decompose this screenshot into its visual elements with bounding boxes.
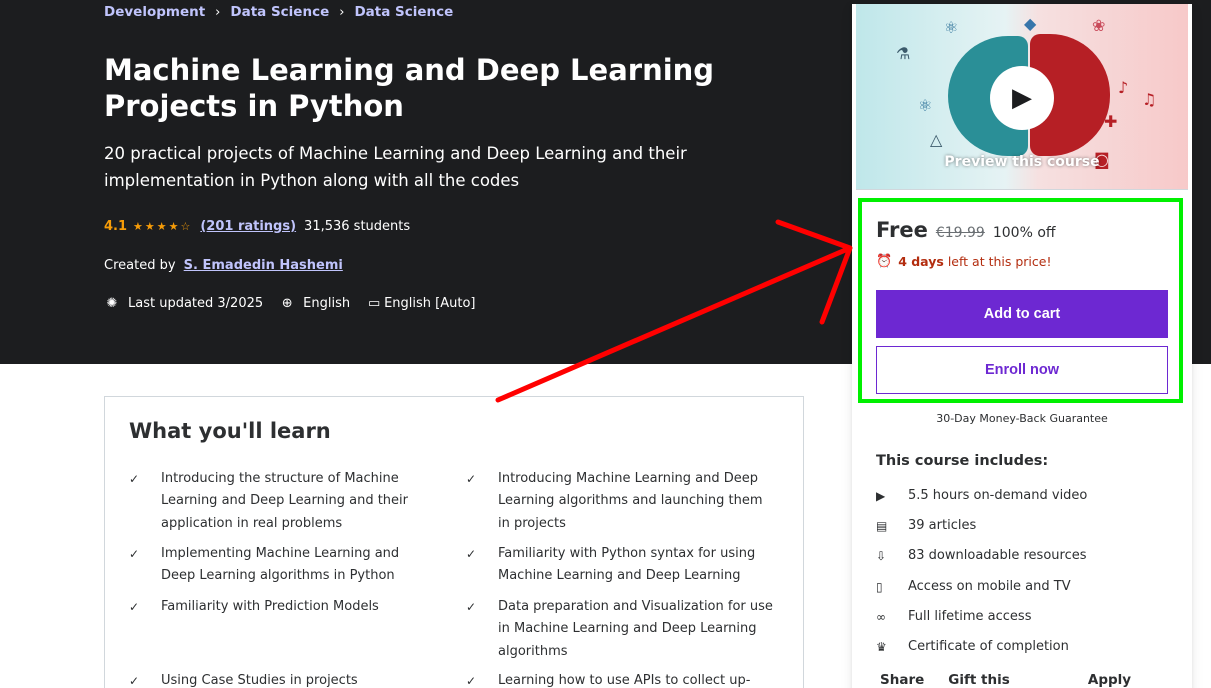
money-back-guarantee: 30-Day Money-Back Guarantee [936,412,1108,425]
rating-row: 4.1 ★★★★☆ (201 ratings) 31,536 students [104,219,410,234]
list-item: ✓ Using Case Studies in projects [129,670,429,688]
check-icon: ✓ [466,600,477,614]
rating-value: 4.1 [104,219,128,234]
alert-badge-icon: ✺ [106,296,118,311]
check-icon: ✓ [466,547,477,561]
list-item: ✓ Familiarity with Prediction Models [129,596,429,618]
lab-icon: ⚗ [896,44,911,63]
check-icon: ✓ [129,472,140,486]
course-preview[interactable]: ⚗ ⚛ ⚛ △ ◆ ❀ ♪ ♫ ✚ ◙ ▶ Preview this cours… [856,4,1188,190]
check-icon: ✓ [129,674,140,688]
globe-icon: ⊕ [281,296,293,311]
breadcrumb-item-data-science-sub[interactable]: Data Science [354,4,453,20]
list-item: ✓ Data preparation and Visualization for… [466,596,776,663]
play-icon[interactable]: ▶ [990,66,1054,130]
star-rating-icon: ★★★★☆ [133,220,193,233]
guitar-icon: ♪ [1118,78,1129,97]
breadcrumb: Development › Data Science › Data Scienc… [104,4,453,20]
page-title: Machine Learning and Deep Learning Proje… [104,53,715,123]
list-item: ⇩ 83 downloadable resources [876,548,1087,563]
list-item: ✓ Introducing the structure of Machine L… [129,468,445,535]
what-you-learn-title: What you'll learn [129,419,331,443]
breadcrumb-item-data-science[interactable]: Data Science [230,4,329,20]
infinity-icon: ∞ [876,609,886,624]
check-icon: ✓ [466,674,477,688]
python-logo-icon: ◆ [1024,14,1037,33]
language: English [303,296,351,311]
palette-icon: ❀ [1092,16,1106,35]
what-you-learn-box: What you'll learn ✓ Introducing the stru… [104,396,804,688]
atom-icon: ⚛ [918,96,933,115]
last-updated: Last updated 3/2025 [128,296,264,311]
preview-label[interactable]: Preview this course [856,154,1188,170]
captions: English [Auto] [384,296,476,311]
check-icon: ✓ [129,547,140,561]
created-by-label: Created by [104,258,176,273]
sidebar-links: Share Gift this course Apply Coupon [880,672,1192,688]
gamepad-icon: ✚ [1104,112,1118,131]
mobile-icon: ▯ [876,579,883,594]
highlight-annotation-box [858,198,1183,403]
chevron-right-icon: › [339,4,345,20]
breadcrumb-item-development[interactable]: Development [104,4,205,20]
download-file-icon: ⇩ [876,548,887,563]
ratings-count-link[interactable]: (201 ratings) [200,219,296,234]
gift-course-link[interactable]: Gift this course [948,672,1064,688]
includes-title: This course includes: [876,453,1049,469]
created-by: Created by S. Emadedin Hashemi [104,258,343,273]
share-link[interactable]: Share [880,672,924,688]
author-link[interactable]: S. Emadedin Hashemi [184,258,343,273]
check-icon: ✓ [129,600,140,614]
list-item: ▶ 5.5 hours on-demand video [876,488,1088,503]
list-item: ✓ Introducing Machine Learning and Deep … [466,468,766,535]
list-item: ∞ Full lifetime access [876,609,1032,624]
article-icon: ▤ [876,518,888,533]
list-item: ▯ Access on mobile and TV [876,579,1071,594]
check-icon: ✓ [466,472,477,486]
captions-icon: ▭ [367,296,381,311]
list-item: ▤ 39 articles [876,518,977,533]
chevron-right-icon: › [215,4,221,20]
music-note-icon: ♫ [1142,90,1157,109]
course-meta: ✺ Last updated 3/2025 ⊕ English ▭ Englis… [104,296,492,311]
apply-coupon-link[interactable]: Apply Coupon [1088,672,1192,688]
course-subtitle: 20 practical projects of Machine Learnin… [104,144,687,190]
list-item: ♛ Certificate of completion [876,639,1069,654]
video-icon: ▶ [876,488,886,503]
list-item: ✓ Implementing Machine Learning and Deep… [129,543,429,588]
list-item: ✓ Learning how to use APIs to collect up… [466,670,766,688]
trophy-icon: ♛ [876,639,887,654]
students-count: 31,536 students [304,219,411,234]
list-item: ✓ Familiarity with Python syntax for usi… [466,543,766,588]
triangle-icon: △ [930,130,943,149]
atom-icon: ⚛ [944,18,959,37]
